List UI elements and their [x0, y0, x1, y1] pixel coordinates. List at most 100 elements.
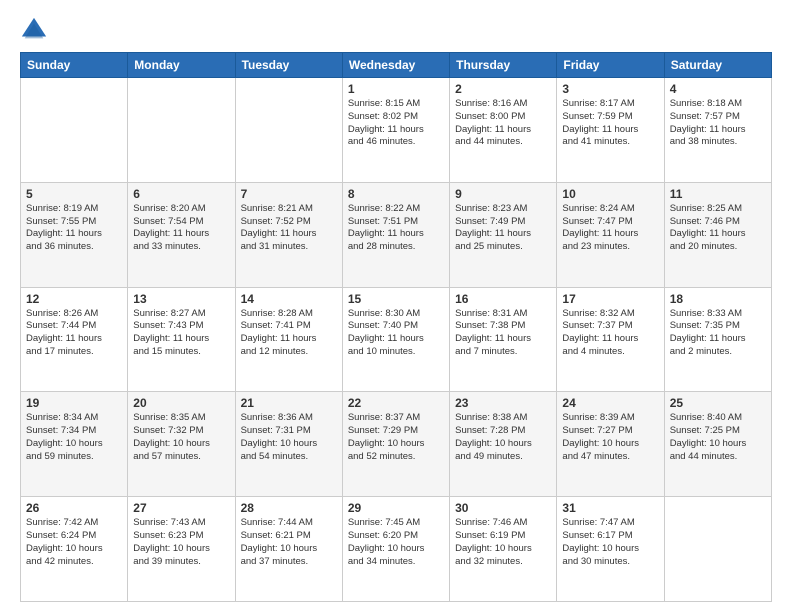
day-of-week-header: Thursday: [450, 53, 557, 78]
day-number: 27: [133, 501, 229, 515]
day-number: 31: [562, 501, 658, 515]
day-info: Sunrise: 8:36 AM Sunset: 7:31 PM Dayligh…: [241, 412, 337, 463]
day-number: 15: [348, 292, 444, 306]
calendar-cell: 20 Sunrise: 8:35 AM Sunset: 7:32 PM Dayli…: [128, 392, 235, 497]
calendar-cell: 25Sunrise: 8:40 AM Sunset: 7:25 PM Dayli…: [664, 392, 771, 497]
day-number: 4: [670, 82, 766, 96]
calendar-cell: 3 Sunrise: 8:17 AM Sunset: 7:59 PM Daylig…: [557, 78, 664, 183]
calendar-cell: 2 Sunrise: 8:16 AM Sunset: 8:00 PM Daylig…: [450, 78, 557, 183]
calendar-cell: 11 Sunrise: 8:25 AM Sunset: 7:46 PM Dayli…: [664, 182, 771, 287]
day-number: 11: [670, 187, 766, 201]
day-info: Sunrise: 8:32 AM Sunset: 7:37 PM Dayligh…: [562, 308, 658, 359]
calendar-cell: 6 Sunrise: 8:20 AM Sunset: 7:54 PM Daylig…: [128, 182, 235, 287]
calendar-cell: 30 Sunrise: 7:46 AM Sunset: 6:19 PM Dayli…: [450, 497, 557, 602]
day-number: 30: [455, 501, 551, 515]
calendar-cell: 23Sunrise: 8:38 AM Sunset: 7:28 PM Dayli…: [450, 392, 557, 497]
day-info: Sunrise: 8:26 AM Sunset: 7:44 PM Dayligh…: [26, 308, 122, 359]
day-info: Sunrise: 8:31 AM Sunset: 7:38 PM Dayligh…: [455, 308, 551, 359]
page: SundayMondayTuesdayWednesdayThursdayFrid…: [0, 0, 792, 612]
day-info: Sunrise: 7:47 AM Sunset: 6:17 PM Dayligh…: [562, 517, 658, 568]
day-info: Sunrise: 7:44 AM Sunset: 6:21 PM Dayligh…: [241, 517, 337, 568]
day-number: 9: [455, 187, 551, 201]
day-number: 3: [562, 82, 658, 96]
day-info: Sunrise: 8:16 AM Sunset: 8:00 PM Dayligh…: [455, 98, 551, 149]
day-number: 26: [26, 501, 122, 515]
day-info: Sunrise: 8:34 AM Sunset: 7:34 PM Dayligh…: [26, 412, 122, 463]
calendar: SundayMondayTuesdayWednesdayThursdayFrid…: [20, 52, 772, 602]
calendar-cell: 28Sunrise: 7:44 AM Sunset: 6:21 PM Dayli…: [235, 497, 342, 602]
calendar-cell: 17 Sunrise: 8:32 AM Sunset: 7:37 PM Dayli…: [557, 287, 664, 392]
calendar-cell: 5 Sunrise: 8:19 AM Sunset: 7:55 PM Daylig…: [21, 182, 128, 287]
calendar-header-row: SundayMondayTuesdayWednesdayThursdayFrid…: [21, 53, 772, 78]
day-number: 29: [348, 501, 444, 515]
day-info: Sunrise: 8:18 AM Sunset: 7:57 PM Dayligh…: [670, 98, 766, 149]
calendar-cell: 13 Sunrise: 8:27 AM Sunset: 7:43 PM Dayli…: [128, 287, 235, 392]
calendar-cell: 15 Sunrise: 8:30 AM Sunset: 7:40 PM Dayli…: [342, 287, 449, 392]
day-number: 2: [455, 82, 551, 96]
calendar-cell: [128, 78, 235, 183]
day-number: 17: [562, 292, 658, 306]
day-number: 6: [133, 187, 229, 201]
day-info: Sunrise: 8:25 AM Sunset: 7:46 PM Dayligh…: [670, 203, 766, 254]
day-info: Sunrise: 7:46 AM Sunset: 6:19 PM Dayligh…: [455, 517, 551, 568]
calendar-cell: 4 Sunrise: 8:18 AM Sunset: 7:57 PM Daylig…: [664, 78, 771, 183]
day-info: Sunrise: 8:27 AM Sunset: 7:43 PM Dayligh…: [133, 308, 229, 359]
calendar-week-row: 1 Sunrise: 8:15 AM Sunset: 8:02 PM Daylig…: [21, 78, 772, 183]
day-of-week-header: Monday: [128, 53, 235, 78]
day-info: Sunrise: 8:37 AM Sunset: 7:29 PM Dayligh…: [348, 412, 444, 463]
day-info: Sunrise: 8:22 AM Sunset: 7:51 PM Dayligh…: [348, 203, 444, 254]
calendar-cell: 10Sunrise: 8:24 AM Sunset: 7:47 PM Dayli…: [557, 182, 664, 287]
logo-icon: [20, 16, 48, 44]
calendar-cell: [21, 78, 128, 183]
calendar-cell: 7 Sunrise: 8:21 AM Sunset: 7:52 PM Daylig…: [235, 182, 342, 287]
day-info: Sunrise: 7:43 AM Sunset: 6:23 PM Dayligh…: [133, 517, 229, 568]
calendar-cell: 9 Sunrise: 8:23 AM Sunset: 7:49 PM Daylig…: [450, 182, 557, 287]
logo: [20, 16, 52, 44]
day-number: 18: [670, 292, 766, 306]
day-info: Sunrise: 8:21 AM Sunset: 7:52 PM Dayligh…: [241, 203, 337, 254]
day-of-week-header: Saturday: [664, 53, 771, 78]
day-number: 20: [133, 396, 229, 410]
day-number: 1: [348, 82, 444, 96]
calendar-cell: 29Sunrise: 7:45 AM Sunset: 6:20 PM Dayli…: [342, 497, 449, 602]
day-number: 5: [26, 187, 122, 201]
day-info: Sunrise: 8:15 AM Sunset: 8:02 PM Dayligh…: [348, 98, 444, 149]
day-number: 19: [26, 396, 122, 410]
calendar-cell: [235, 78, 342, 183]
day-info: Sunrise: 8:17 AM Sunset: 7:59 PM Dayligh…: [562, 98, 658, 149]
calendar-cell: 19 Sunrise: 8:34 AM Sunset: 7:34 PM Dayli…: [21, 392, 128, 497]
day-number: 10: [562, 187, 658, 201]
day-info: Sunrise: 8:23 AM Sunset: 7:49 PM Dayligh…: [455, 203, 551, 254]
day-number: 16: [455, 292, 551, 306]
calendar-cell: 8 Sunrise: 8:22 AM Sunset: 7:51 PM Daylig…: [342, 182, 449, 287]
day-of-week-header: Friday: [557, 53, 664, 78]
calendar-cell: 31 Sunrise: 7:47 AM Sunset: 6:17 PM Dayli…: [557, 497, 664, 602]
day-of-week-header: Sunday: [21, 53, 128, 78]
calendar-cell: 21 Sunrise: 8:36 AM Sunset: 7:31 PM Dayli…: [235, 392, 342, 497]
day-number: 8: [348, 187, 444, 201]
day-of-week-header: Tuesday: [235, 53, 342, 78]
day-number: 21: [241, 396, 337, 410]
calendar-cell: 24Sunrise: 8:39 AM Sunset: 7:27 PM Dayli…: [557, 392, 664, 497]
day-info: Sunrise: 8:28 AM Sunset: 7:41 PM Dayligh…: [241, 308, 337, 359]
day-info: Sunrise: 8:39 AM Sunset: 7:27 PM Dayligh…: [562, 412, 658, 463]
day-info: Sunrise: 8:19 AM Sunset: 7:55 PM Dayligh…: [26, 203, 122, 254]
day-number: 7: [241, 187, 337, 201]
calendar-cell: 1 Sunrise: 8:15 AM Sunset: 8:02 PM Daylig…: [342, 78, 449, 183]
calendar-cell: [664, 497, 771, 602]
calendar-cell: 18 Sunrise: 8:33 AM Sunset: 7:35 PM Dayli…: [664, 287, 771, 392]
day-number: 13: [133, 292, 229, 306]
day-info: Sunrise: 8:33 AM Sunset: 7:35 PM Dayligh…: [670, 308, 766, 359]
calendar-week-row: 5 Sunrise: 8:19 AM Sunset: 7:55 PM Daylig…: [21, 182, 772, 287]
calendar-cell: 12 Sunrise: 8:26 AM Sunset: 7:44 PM Dayli…: [21, 287, 128, 392]
day-info: Sunrise: 8:35 AM Sunset: 7:32 PM Dayligh…: [133, 412, 229, 463]
day-info: Sunrise: 7:42 AM Sunset: 6:24 PM Dayligh…: [26, 517, 122, 568]
day-info: Sunrise: 8:30 AM Sunset: 7:40 PM Dayligh…: [348, 308, 444, 359]
calendar-week-row: 12 Sunrise: 8:26 AM Sunset: 7:44 PM Dayli…: [21, 287, 772, 392]
day-number: 12: [26, 292, 122, 306]
calendar-cell: 26 Sunrise: 7:42 AM Sunset: 6:24 PM Dayli…: [21, 497, 128, 602]
day-number: 22: [348, 396, 444, 410]
header: [20, 16, 772, 44]
day-info: Sunrise: 8:20 AM Sunset: 7:54 PM Dayligh…: [133, 203, 229, 254]
calendar-cell: 16 Sunrise: 8:31 AM Sunset: 7:38 PM Dayli…: [450, 287, 557, 392]
